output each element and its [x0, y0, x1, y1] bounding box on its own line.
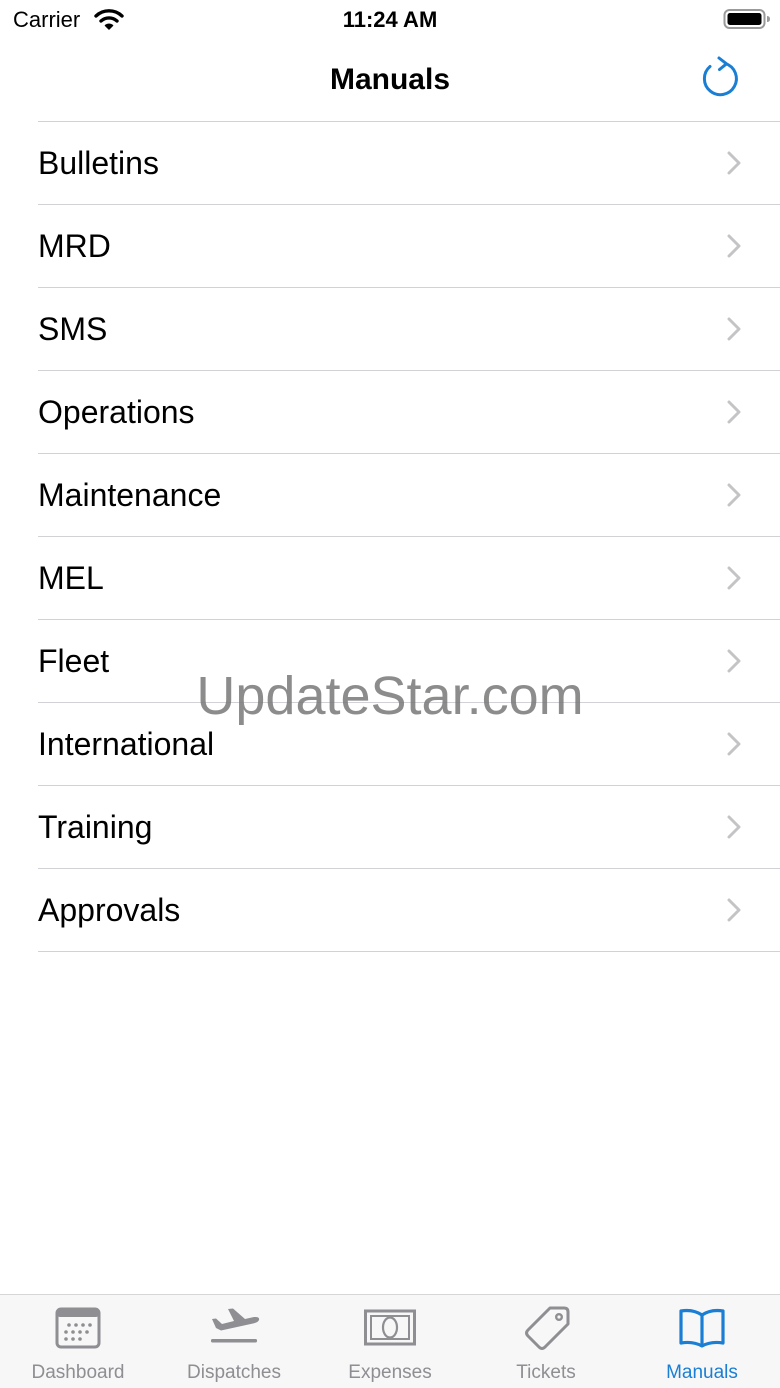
- list-item-label: Fleet: [38, 643, 110, 679]
- calendar-icon: [55, 1307, 101, 1349]
- chevron-right-icon: [727, 234, 741, 258]
- list-item-mel[interactable]: MEL: [38, 537, 780, 620]
- list-item-approvals[interactable]: Approvals: [38, 869, 780, 952]
- tab-label: Dispatches: [187, 1362, 281, 1383]
- status-time: 11:24 AM: [342, 7, 438, 32]
- refresh-button[interactable]: [698, 56, 742, 100]
- tab-dispatches[interactable]: Dispatches: [156, 1295, 312, 1388]
- list-item-maintenance[interactable]: Maintenance: [38, 454, 780, 537]
- list-item-label: Bulletins: [38, 145, 159, 181]
- banknote-icon: [364, 1309, 416, 1346]
- tab-dashboard[interactable]: Dashboard: [0, 1295, 156, 1388]
- list-item-label: Training: [38, 809, 153, 845]
- tab-expenses[interactable]: Expenses: [312, 1295, 468, 1388]
- list-item-mrd[interactable]: MRD: [38, 205, 780, 288]
- list-item-operations[interactable]: Operations: [38, 371, 780, 454]
- list-item-label: SMS: [38, 311, 108, 347]
- refresh-icon: [702, 56, 738, 97]
- list-item-label: Approvals: [38, 892, 181, 928]
- list-item-international[interactable]: International: [38, 703, 780, 786]
- tab-label: Dashboard: [31, 1362, 125, 1383]
- status-bar: Carrier 11:24 AM: [0, 0, 780, 40]
- chevron-right-icon: [727, 815, 741, 839]
- list-item-label: Operations: [38, 394, 195, 430]
- chevron-right-icon: [727, 732, 741, 756]
- list-item-bulletins[interactable]: Bulletins: [38, 122, 780, 205]
- book-icon: [679, 1308, 725, 1348]
- list-item-training[interactable]: Training: [38, 786, 780, 869]
- tag-icon: [525, 1306, 570, 1350]
- tab-label: Expenses: [348, 1362, 432, 1383]
- chevron-right-icon: [727, 649, 741, 673]
- chevron-right-icon: [727, 483, 741, 507]
- tab-bar: Dashboard Dispatches Expenses Tickets Ma…: [0, 1294, 780, 1388]
- manuals-list: Bulletins MRD SMS Operations Maintenance…: [0, 121, 780, 952]
- chevron-right-icon: [727, 317, 741, 341]
- page-title: Manuals: [329, 63, 451, 96]
- list-item-label: MEL: [38, 560, 104, 596]
- list-item-label: Maintenance: [38, 477, 222, 513]
- list-item-label: International: [38, 726, 215, 762]
- battery-icon: [723, 9, 770, 29]
- chevron-right-icon: [727, 898, 741, 922]
- tab-label: Tickets: [516, 1362, 576, 1383]
- navigation-bar: Manuals: [0, 40, 780, 120]
- tab-manuals[interactable]: Manuals: [624, 1295, 780, 1388]
- chevron-right-icon: [727, 566, 741, 590]
- tab-label: Manuals: [666, 1362, 738, 1383]
- tab-tickets[interactable]: Tickets: [468, 1295, 624, 1388]
- list-item-sms[interactable]: SMS: [38, 288, 780, 371]
- list-item-label: MRD: [38, 228, 111, 264]
- chevron-right-icon: [727, 151, 741, 175]
- airplane-departure-icon: [211, 1308, 260, 1343]
- list-item-fleet[interactable]: Fleet: [38, 620, 780, 703]
- chevron-right-icon: [727, 400, 741, 424]
